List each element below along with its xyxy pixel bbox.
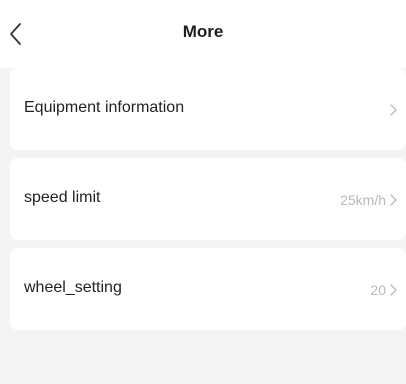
chevron-right-icon (390, 194, 397, 206)
settings-row-value: 25km/h (340, 192, 386, 208)
settings-row-speed-limit[interactable]: speed limit 25km/h (10, 158, 406, 240)
settings-row-label: speed limit (24, 189, 101, 206)
settings-row-accessory (386, 101, 398, 119)
page-title: More (182, 22, 224, 41)
settings-row-value: 20 (370, 282, 386, 298)
header-bar: More (0, 0, 406, 68)
settings-row-label: wheel_setting (24, 279, 122, 296)
settings-list: Equipment information speed limit 25km/h… (10, 68, 406, 338)
settings-row-wheel-setting[interactable]: wheel_setting 20 (10, 248, 406, 330)
chevron-right-icon (390, 104, 397, 116)
chevron-right-icon (390, 284, 397, 296)
more-screen: More Equipment information speed limit 2… (0, 0, 406, 384)
settings-row-accessory: 25km/h (340, 191, 398, 209)
settings-row-label: Equipment information (24, 99, 185, 116)
settings-row-accessory: 20 (370, 281, 398, 299)
settings-row-equipment-information[interactable]: Equipment information (10, 68, 406, 150)
